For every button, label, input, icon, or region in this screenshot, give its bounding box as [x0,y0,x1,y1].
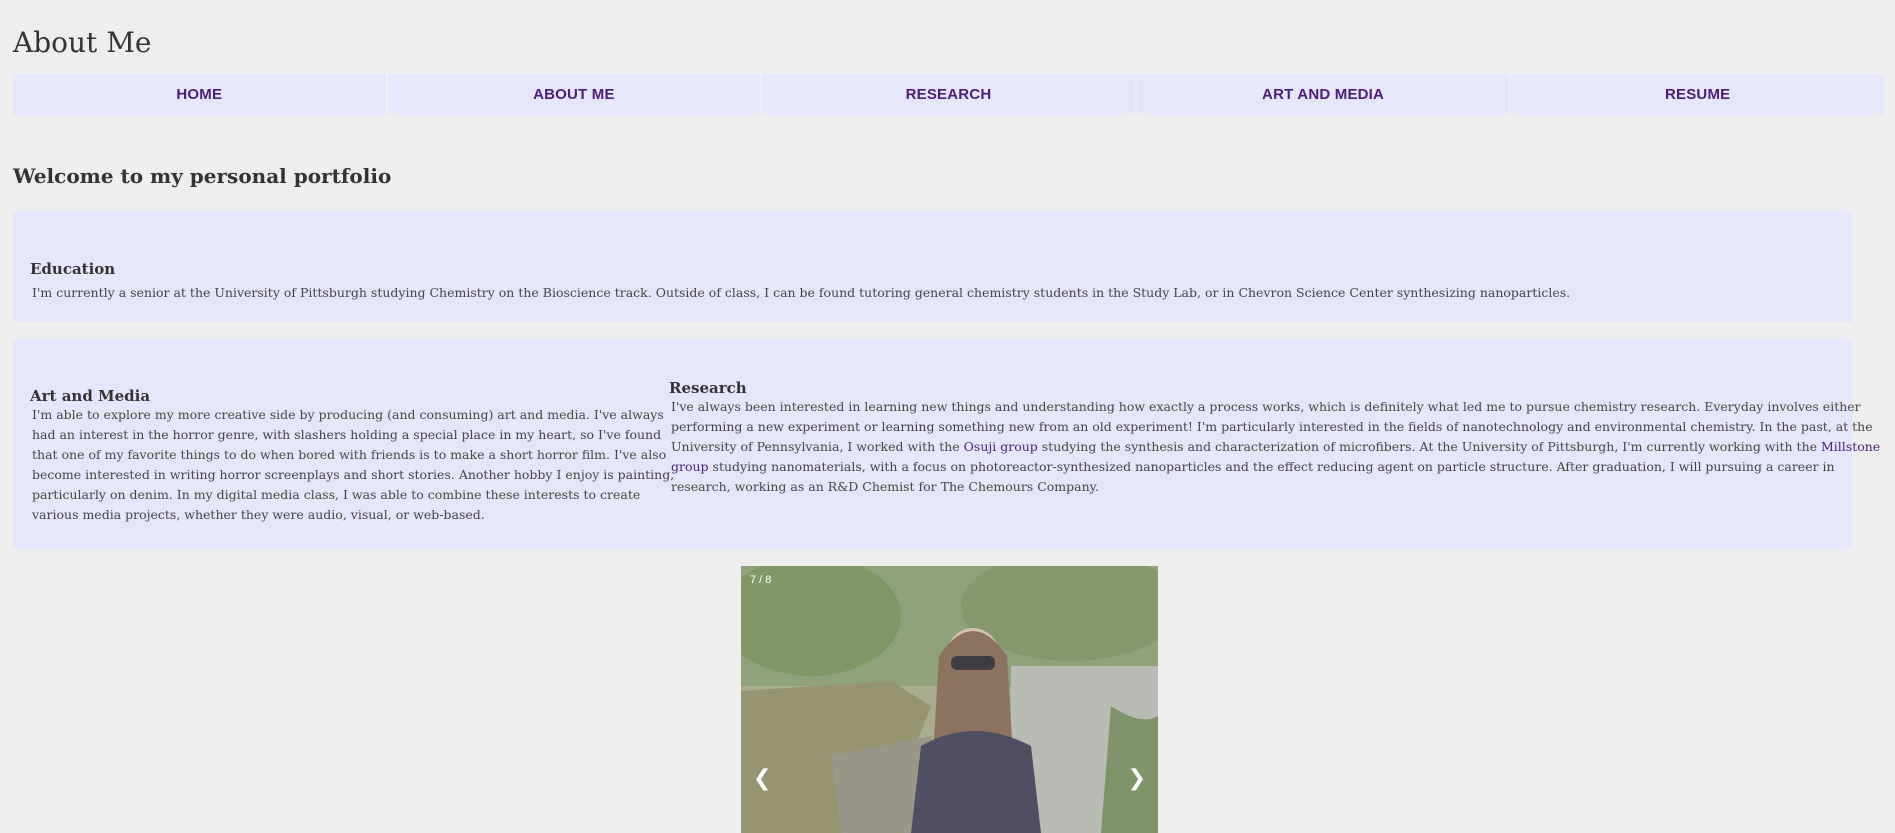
nav-about-me[interactable]: ABOUT ME [387,74,761,115]
art-text: I'm able to explore my more creative sid… [32,407,675,522]
education-section: Education I'm currently a senior at the … [13,211,1852,322]
art-research-section: Art and Media I'm able to explore my mor… [13,339,1880,549]
prev-slide-button[interactable]: ❮ [753,766,771,791]
art-heading: Art and Media [30,387,151,405]
main-nav: HOME ABOUT ME RESEARCH ART AND MEDIA RES… [13,74,1884,115]
research-text-part-3: studying nanomaterials, with a focus on … [671,459,1835,494]
research-text-part-2: studying the synthesis and characterizat… [1037,439,1821,454]
art-column: Art and Media I'm able to explore my mor… [30,387,675,525]
education-heading: Education [30,260,116,278]
nav-research[interactable]: RESEARCH [762,74,1135,115]
slideshow-photo [741,566,1158,833]
slide-counter: 7 / 8 [750,574,772,586]
nav-resume[interactable]: RESUME [1511,74,1884,115]
osuji-group-link[interactable]: Osuji group [964,439,1038,454]
education-text: I'm currently a senior at the University… [32,285,1571,300]
research-column: Research I've always been interested in … [669,379,1885,497]
next-slide-button[interactable]: ❯ [1128,766,1146,791]
photo-slideshow: 7 / 8 ❮ ❯ [741,566,1158,833]
research-heading: Research [669,379,747,397]
nav-home[interactable]: HOME [13,74,386,115]
research-text: I've always been interested in learning … [671,397,1885,497]
page-title: About Me [13,26,152,59]
nav-art-and-media[interactable]: ART AND MEDIA [1136,74,1510,115]
welcome-heading: Welcome to my personal portfolio [13,164,392,188]
